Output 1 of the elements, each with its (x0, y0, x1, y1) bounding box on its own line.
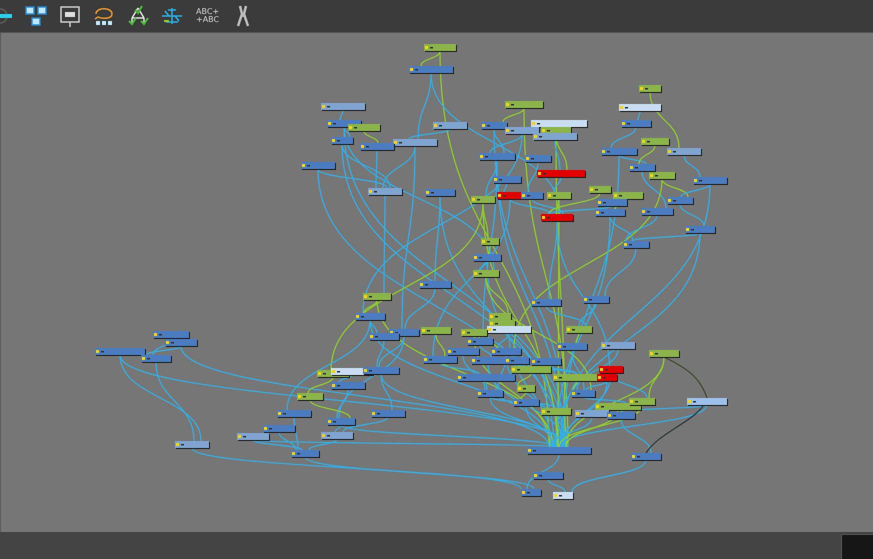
text-replace-icon[interactable]: ABC+ +ABC (194, 8, 222, 24)
